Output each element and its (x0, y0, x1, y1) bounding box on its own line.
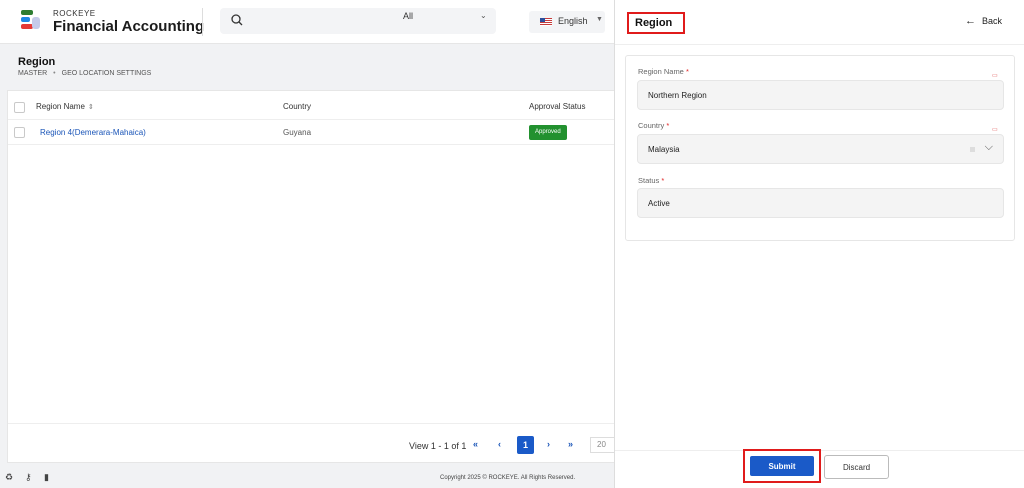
region-name-field[interactable]: Northern Region (637, 80, 1004, 110)
breadcrumb-item[interactable]: GEO LOCATION SETTINGS (62, 70, 152, 77)
pager-divider (8, 423, 620, 424)
clear-icon[interactable] (970, 147, 975, 152)
table-row[interactable]: Region 4(Demerara-Mahaica) Guyana Approv… (8, 121, 620, 145)
region-edit-panel: Region ← Back Region Name * ▭ Northern Re… (614, 0, 1024, 488)
breadcrumb: MASTER • GEO LOCATION SETTINGS (18, 70, 151, 77)
region-form: Region Name * ▭ Northern Region Country … (625, 55, 1015, 241)
row-checkbox[interactable] (14, 127, 25, 138)
column-header-label: Region Name (36, 102, 85, 111)
translate-icon[interactable]: ▭ (992, 126, 998, 133)
pagination-summary: View 1 - 1 of 1 (409, 441, 467, 451)
app: ROCKEYE Financial Accounting All ⌄ Engli… (0, 0, 1024, 488)
country-select[interactable]: Malaysia ⌵ (637, 134, 1004, 164)
breadcrumb-separator: • (53, 70, 56, 77)
chevron-down-icon[interactable]: ⌵ (985, 141, 993, 154)
required-marker: * (685, 67, 689, 76)
prev-page-icon[interactable]: ‹ (498, 439, 501, 449)
page-title: Region (18, 56, 56, 68)
status-badge: Approved (529, 125, 567, 140)
page-number-current[interactable]: 1 (517, 436, 534, 454)
last-page-icon[interactable]: » (568, 439, 573, 449)
key-icon[interactable]: ⚷ (25, 472, 32, 483)
back-button[interactable]: ← Back (965, 15, 1002, 27)
app-logo-icon (21, 10, 40, 29)
header-divider (202, 8, 203, 36)
required-marker: * (661, 176, 665, 185)
status-label: Status * (638, 176, 664, 185)
country-cell: Guyana (283, 128, 312, 137)
country-label: Country * (638, 121, 669, 130)
country-value: Malaysia (648, 145, 680, 154)
required-marker: * (666, 121, 670, 130)
sort-icon[interactable]: ⇕ (88, 104, 94, 111)
language-select[interactable]: English ▼ (529, 11, 605, 33)
brand-small: ROCKEYE (53, 9, 96, 18)
field-label-text: Country (638, 121, 665, 130)
panel-divider (615, 44, 1024, 45)
pagination: View 1 - 1 of 1 « ‹ 1 › » 20 (8, 436, 620, 456)
search-bar[interactable] (220, 8, 496, 34)
submit-highlight: Submit (743, 449, 821, 483)
back-label: Back (982, 16, 1003, 26)
footer: ♻ ⚷ ▮ Copyright 2025 © ROCKEYE. All Righ… (0, 468, 614, 488)
column-header-country: Country (283, 102, 312, 111)
breadcrumb-item[interactable]: MASTER (18, 70, 47, 77)
recycle-icon[interactable]: ♻ (5, 472, 13, 483)
bookmark-icon[interactable]: ▮ (44, 472, 49, 483)
panel-title: Region (627, 12, 685, 34)
first-page-icon[interactable]: « (473, 439, 478, 449)
region-table-card: Region Name ⇕ Country Approval Status Reg… (7, 90, 620, 463)
discard-button[interactable]: Discard (824, 455, 889, 479)
search-scope-select[interactable]: All (403, 11, 413, 21)
language-label: English (558, 16, 588, 26)
select-all-checkbox[interactable] (14, 102, 25, 113)
next-page-icon[interactable]: › (547, 439, 550, 449)
us-flag-icon (540, 18, 552, 26)
search-icon[interactable] (231, 14, 243, 26)
column-header-approval-status: Approval Status (529, 102, 586, 111)
translate-icon[interactable]: ▭ (992, 72, 998, 79)
chevron-down-icon[interactable]: ⌄ (480, 11, 487, 20)
region-name-value: Northern Region (648, 91, 707, 100)
column-header-region-name[interactable]: Region Name ⇕ (36, 102, 94, 111)
field-label-text: Region Name (638, 67, 684, 76)
region-name-link[interactable]: Region 4(Demerara-Mahaica) (40, 128, 146, 137)
brand-name: Financial Accounting (53, 18, 205, 35)
status-value: Active (648, 199, 670, 208)
status-field[interactable]: Active (637, 188, 1004, 218)
submit-button[interactable]: Submit (750, 456, 814, 476)
field-label-text: Status (638, 176, 660, 185)
table-header: Region Name ⇕ Country Approval Status (8, 96, 620, 120)
arrow-left-icon: ← (965, 15, 976, 27)
copyright-text: Copyright 2025 © ROCKEYE. All Rights Res… (440, 475, 576, 481)
region-name-label: Region Name * (638, 67, 689, 76)
chevron-down-icon: ▼ (596, 16, 603, 23)
